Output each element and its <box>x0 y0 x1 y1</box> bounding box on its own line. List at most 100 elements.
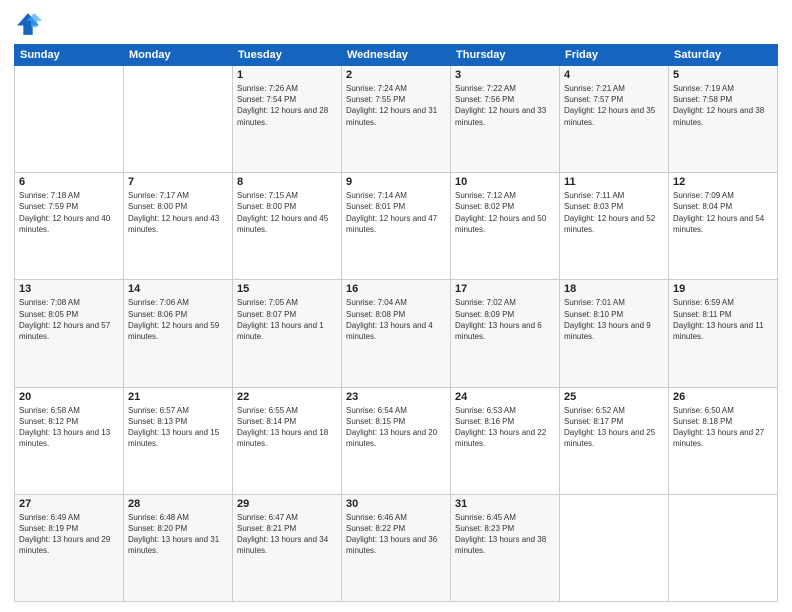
day-cell: 7 Sunrise: 7:17 AM Sunset: 8:00 PM Daylig… <box>124 173 233 280</box>
page: SundayMondayTuesdayWednesdayThursdayFrid… <box>0 0 792 612</box>
day-cell: 27 Sunrise: 6:49 AM Sunset: 8:19 PM Dayli… <box>15 494 124 601</box>
day-cell: 21 Sunrise: 6:57 AM Sunset: 8:13 PM Dayli… <box>124 387 233 494</box>
calendar-table: SundayMondayTuesdayWednesdayThursdayFrid… <box>14 44 778 602</box>
day-cell: 26 Sunrise: 6:50 AM Sunset: 8:18 PM Dayli… <box>669 387 778 494</box>
day-cell: 1 Sunrise: 7:26 AM Sunset: 7:54 PM Daylig… <box>233 66 342 173</box>
day-info: Sunrise: 6:59 AM Sunset: 8:11 PM Dayligh… <box>673 297 773 342</box>
day-number: 8 <box>237 176 337 188</box>
day-number: 1 <box>237 69 337 81</box>
day-number: 31 <box>455 498 555 510</box>
day-info: Sunrise: 6:57 AM Sunset: 8:13 PM Dayligh… <box>128 405 228 450</box>
day-info: Sunrise: 7:26 AM Sunset: 7:54 PM Dayligh… <box>237 83 337 128</box>
day-cell: 10 Sunrise: 7:12 AM Sunset: 8:02 PM Dayli… <box>451 173 560 280</box>
day-number: 13 <box>19 283 119 295</box>
day-info: Sunrise: 6:47 AM Sunset: 8:21 PM Dayligh… <box>237 512 337 557</box>
day-number: 27 <box>19 498 119 510</box>
header-row: SundayMondayTuesdayWednesdayThursdayFrid… <box>15 45 778 66</box>
day-info: Sunrise: 6:58 AM Sunset: 8:12 PM Dayligh… <box>19 405 119 450</box>
day-cell: 22 Sunrise: 6:55 AM Sunset: 8:14 PM Dayli… <box>233 387 342 494</box>
day-number: 19 <box>673 283 773 295</box>
col-header-saturday: Saturday <box>669 45 778 66</box>
day-info: Sunrise: 7:02 AM Sunset: 8:09 PM Dayligh… <box>455 297 555 342</box>
day-info: Sunrise: 7:21 AM Sunset: 7:57 PM Dayligh… <box>564 83 664 128</box>
day-info: Sunrise: 7:19 AM Sunset: 7:58 PM Dayligh… <box>673 83 773 128</box>
header <box>14 10 778 38</box>
day-cell <box>124 66 233 173</box>
day-cell: 17 Sunrise: 7:02 AM Sunset: 8:09 PM Dayli… <box>451 280 560 387</box>
day-info: Sunrise: 7:12 AM Sunset: 8:02 PM Dayligh… <box>455 190 555 235</box>
day-cell: 18 Sunrise: 7:01 AM Sunset: 8:10 PM Dayli… <box>560 280 669 387</box>
day-cell <box>560 494 669 601</box>
day-number: 2 <box>346 69 446 81</box>
day-info: Sunrise: 6:53 AM Sunset: 8:16 PM Dayligh… <box>455 405 555 450</box>
day-cell: 9 Sunrise: 7:14 AM Sunset: 8:01 PM Daylig… <box>342 173 451 280</box>
day-cell: 24 Sunrise: 6:53 AM Sunset: 8:16 PM Dayli… <box>451 387 560 494</box>
logo-icon <box>14 10 42 38</box>
day-number: 15 <box>237 283 337 295</box>
day-number: 16 <box>346 283 446 295</box>
day-cell: 28 Sunrise: 6:48 AM Sunset: 8:20 PM Dayli… <box>124 494 233 601</box>
day-info: Sunrise: 7:22 AM Sunset: 7:56 PM Dayligh… <box>455 83 555 128</box>
day-number: 26 <box>673 391 773 403</box>
day-info: Sunrise: 7:17 AM Sunset: 8:00 PM Dayligh… <box>128 190 228 235</box>
day-cell: 4 Sunrise: 7:21 AM Sunset: 7:57 PM Daylig… <box>560 66 669 173</box>
day-cell: 15Sunrise: 7:05 AM Sunset: 8:07 PM Dayli… <box>233 280 342 387</box>
day-cell: 29 Sunrise: 6:47 AM Sunset: 8:21 PM Dayli… <box>233 494 342 601</box>
day-cell: 31 Sunrise: 6:45 AM Sunset: 8:23 PM Dayli… <box>451 494 560 601</box>
day-number: 29 <box>237 498 337 510</box>
day-number: 12 <box>673 176 773 188</box>
day-info: Sunrise: 6:52 AM Sunset: 8:17 PM Dayligh… <box>564 405 664 450</box>
week-row-1: 1 Sunrise: 7:26 AM Sunset: 7:54 PM Daylig… <box>15 66 778 173</box>
day-number: 24 <box>455 391 555 403</box>
day-info: Sunrise: 7:24 AM Sunset: 7:55 PM Dayligh… <box>346 83 446 128</box>
day-number: 23 <box>346 391 446 403</box>
day-info: Sunrise: 7:11 AM Sunset: 8:03 PM Dayligh… <box>564 190 664 235</box>
day-info: Sunrise: 7:15 AM Sunset: 8:00 PM Dayligh… <box>237 190 337 235</box>
day-number: 3 <box>455 69 555 81</box>
week-row-4: 20 Sunrise: 6:58 AM Sunset: 8:12 PM Dayli… <box>15 387 778 494</box>
day-cell: 16 Sunrise: 7:04 AM Sunset: 8:08 PM Dayli… <box>342 280 451 387</box>
day-cell: 19 Sunrise: 6:59 AM Sunset: 8:11 PM Dayli… <box>669 280 778 387</box>
day-number: 17 <box>455 283 555 295</box>
day-cell: 25Sunrise: 6:52 AM Sunset: 8:17 PM Dayli… <box>560 387 669 494</box>
day-info: Sunrise: 6:45 AM Sunset: 8:23 PM Dayligh… <box>455 512 555 557</box>
day-number: 20 <box>19 391 119 403</box>
day-info: Sunrise: 6:49 AM Sunset: 8:19 PM Dayligh… <box>19 512 119 557</box>
day-cell: 8 Sunrise: 7:15 AM Sunset: 8:00 PM Daylig… <box>233 173 342 280</box>
day-number: 21 <box>128 391 228 403</box>
day-number: 7 <box>128 176 228 188</box>
day-info: Sunrise: 7:14 AM Sunset: 8:01 PM Dayligh… <box>346 190 446 235</box>
day-info: Sunrise: 7:08 AM Sunset: 8:05 PM Dayligh… <box>19 297 119 342</box>
day-cell: 14 Sunrise: 7:06 AM Sunset: 8:06 PM Dayli… <box>124 280 233 387</box>
week-row-5: 27 Sunrise: 6:49 AM Sunset: 8:19 PM Dayli… <box>15 494 778 601</box>
day-number: 30 <box>346 498 446 510</box>
day-cell: 23Sunrise: 6:54 AM Sunset: 8:15 PM Dayli… <box>342 387 451 494</box>
day-info: Sunrise: 6:55 AM Sunset: 8:14 PM Dayligh… <box>237 405 337 450</box>
day-number: 5 <box>673 69 773 81</box>
day-number: 28 <box>128 498 228 510</box>
week-row-2: 6 Sunrise: 7:18 AM Sunset: 7:59 PM Daylig… <box>15 173 778 280</box>
col-header-friday: Friday <box>560 45 669 66</box>
day-cell <box>669 494 778 601</box>
day-number: 22 <box>237 391 337 403</box>
day-cell: 20 Sunrise: 6:58 AM Sunset: 8:12 PM Dayli… <box>15 387 124 494</box>
day-info: Sunrise: 7:04 AM Sunset: 8:08 PM Dayligh… <box>346 297 446 342</box>
day-number: 10 <box>455 176 555 188</box>
day-number: 6 <box>19 176 119 188</box>
day-cell <box>15 66 124 173</box>
day-number: 14 <box>128 283 228 295</box>
day-info: Sunrise: 6:50 AM Sunset: 8:18 PM Dayligh… <box>673 405 773 450</box>
day-cell: 13 Sunrise: 7:08 AM Sunset: 8:05 PM Dayli… <box>15 280 124 387</box>
day-cell: 6 Sunrise: 7:18 AM Sunset: 7:59 PM Daylig… <box>15 173 124 280</box>
day-number: 9 <box>346 176 446 188</box>
day-cell: 30Sunrise: 6:46 AM Sunset: 8:22 PM Dayli… <box>342 494 451 601</box>
day-cell: 11Sunrise: 7:11 AM Sunset: 8:03 PM Dayli… <box>560 173 669 280</box>
day-info: Sunrise: 6:48 AM Sunset: 8:20 PM Dayligh… <box>128 512 228 557</box>
day-number: 4 <box>564 69 664 81</box>
day-info: Sunrise: 7:18 AM Sunset: 7:59 PM Dayligh… <box>19 190 119 235</box>
day-number: 18 <box>564 283 664 295</box>
day-info: Sunrise: 7:06 AM Sunset: 8:06 PM Dayligh… <box>128 297 228 342</box>
col-header-sunday: Sunday <box>15 45 124 66</box>
day-info: Sunrise: 7:01 AM Sunset: 8:10 PM Dayligh… <box>564 297 664 342</box>
day-cell: 12Sunrise: 7:09 AM Sunset: 8:04 PM Dayli… <box>669 173 778 280</box>
